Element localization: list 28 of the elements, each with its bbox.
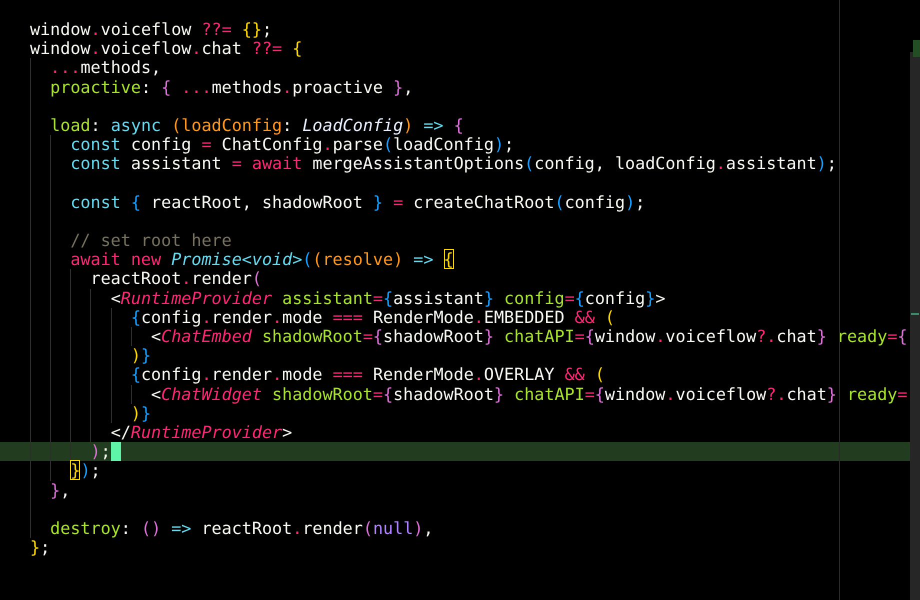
code-line: const config = ChatConfig.parse(loadConfig); (69, 135, 514, 154)
code-line: ...methods, (49, 58, 162, 78)
code-line: destroy: () => reactRoot.render(null), (49, 518, 434, 538)
code-line: {config.render.mode === RenderMode.OVERLAY && ( (130, 365, 605, 385)
code-line: <ChatWidget shadowRoot={shadowRoot} chatAPI={window.voiceflow?.chat} ready= (151, 384, 908, 404)
code-line: reactRoot.render( (90, 269, 262, 289)
change-marker (913, 40, 920, 57)
code-line: }); (69, 461, 101, 481)
code-line: ); (90, 442, 111, 462)
text-cursor (110, 442, 121, 462)
code-line: {config.render.mode === RenderMode.EMBEDDED && ( (130, 308, 615, 328)
code-line: <ChatEmbed shadowRoot={shadowRoot} chatAPI={window.voiceflow?.chat} ready={ (151, 327, 908, 346)
scrollbar[interactable] (910, 52, 920, 600)
code-line: }, (49, 480, 70, 500)
code-line: await new Promise<void>((resolve) => { (69, 250, 454, 270)
code-line: const { reactRoot, shadowRoot } = createChatRoot(config); (69, 192, 646, 212)
code-line: // set root here (69, 231, 232, 250)
code-line: const assistant = await mergeAssistantOptions(config, loadConfig.assistant); (69, 154, 837, 174)
code-line: )} (130, 346, 152, 366)
code-line: proactive: { ...methods.proactive }, (49, 78, 414, 97)
code-line: }; (30, 538, 50, 558)
code-line: <RuntimeProvider assistant={assistant} config={config}> (110, 288, 666, 308)
code-line: window.voiceflow ??= {}; (30, 20, 272, 40)
code-line: load: async (loadConfig: LoadConfig) => { (49, 116, 464, 136)
code-line: window.voiceflow.chat ??= { (30, 39, 302, 58)
code-line: )} (130, 404, 152, 423)
code-line: </RuntimeProvider> (110, 422, 292, 442)
change-marker (911, 313, 919, 315)
